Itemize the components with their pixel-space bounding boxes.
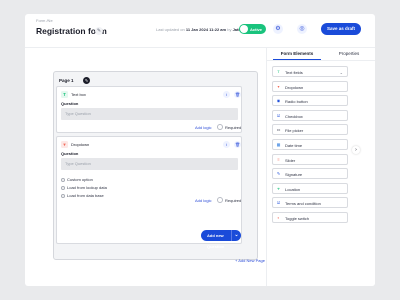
- element-item[interactable]: ⌖ Location: [272, 182, 348, 194]
- element-label: Checkbox: [285, 113, 303, 119]
- checkbox-icon: ☑: [276, 112, 281, 118]
- save-draft-button[interactable]: Save as draft: [321, 23, 361, 35]
- info-icon[interactable]: i: [223, 91, 230, 98]
- preview-icon[interactable]: ◎: [297, 24, 307, 34]
- form-canvas: Page 1 ✎ T Text box i 🗑 Question Type Qu…: [36, 48, 266, 286]
- elements-panel: Form Elements Properties T Text fields ⌄ ▾ D…: [266, 48, 375, 286]
- last-updated-text: Last updated on 11 Jan 2024 11:22 am by …: [156, 27, 242, 32]
- option-label: Custom option: [67, 177, 93, 182]
- card-type-label: Dropdown: [71, 142, 90, 147]
- element-label: Location: [285, 186, 301, 192]
- dropdown-icon: ▾: [61, 141, 68, 148]
- folder-icon: ▭: [276, 127, 281, 133]
- add-logic-link[interactable]: Add logic: [195, 198, 211, 203]
- required-label: Required: [225, 125, 242, 130]
- header: Form /Ne Registration form ✎ Last update…: [25, 14, 375, 48]
- required-toggle[interactable]: [217, 197, 223, 203]
- updated-prefix: Last updated on: [156, 27, 185, 32]
- element-label: Text fields: [285, 70, 303, 75]
- radio-icon: [61, 185, 65, 190]
- settings-icon[interactable]: ⚙: [273, 24, 283, 34]
- tab-form-elements[interactable]: Form Elements: [273, 51, 321, 60]
- element-label: Toggle switch: [285, 216, 310, 221]
- question-input[interactable]: Type Question: [61, 108, 238, 120]
- element-label: Slider: [285, 157, 296, 163]
- app-window: Form /Ne Registration form ✎ Last update…: [25, 14, 375, 286]
- dropdown-icon: ▾: [277, 83, 280, 89]
- toggle-icon: ◐: [277, 215, 280, 220]
- option-custom[interactable]: Custom option: [61, 177, 93, 182]
- required-label: Required: [225, 198, 242, 203]
- add-logic-link[interactable]: Add logic: [195, 125, 211, 130]
- option-label: Load from lookup data: [67, 185, 107, 190]
- toggle-knob: [240, 25, 248, 33]
- delete-icon[interactable]: 🗑: [234, 141, 241, 148]
- element-item[interactable]: ☑ Terms and condition: [272, 197, 348, 209]
- collapse-panel-icon[interactable]: ›: [352, 146, 360, 154]
- element-item[interactable]: ◐ Toggle switch: [272, 212, 348, 223]
- option-label: Load from data base: [67, 193, 104, 198]
- question-card-textbox[interactable]: T Text box i 🗑 Question Type Question Ad…: [56, 86, 242, 133]
- question-card-dropdown[interactable]: ▾ Dropdown i 🗑 Question Type Question Cu…: [56, 136, 242, 244]
- required-toggle[interactable]: [217, 124, 223, 130]
- breadcrumb[interactable]: Form /Ne: [36, 18, 53, 23]
- element-item[interactable]: ≡ Slider: [272, 153, 348, 165]
- page-label: Page 1: [59, 78, 74, 83]
- question-label: Question: [61, 151, 79, 156]
- calendar-icon: ▦: [276, 142, 281, 147]
- terms-icon: ☑: [276, 200, 281, 206]
- element-label: Radio button: [285, 99, 308, 105]
- element-item[interactable]: ◉ Radio button: [272, 95, 348, 107]
- info-icon[interactable]: i: [223, 141, 230, 148]
- delete-icon[interactable]: 🗑: [234, 91, 241, 98]
- signature-icon: ✎: [276, 171, 281, 177]
- option-lookup[interactable]: Load from lookup data: [61, 185, 107, 190]
- element-item[interactable]: T Text fields ⌄: [272, 66, 348, 77]
- element-item[interactable]: ☑ Checkbox: [272, 109, 348, 121]
- text-box-icon: T: [61, 91, 68, 98]
- updated-by: by: [227, 27, 232, 32]
- radio-icon: [61, 193, 65, 198]
- element-item[interactable]: ▭ File picker: [272, 124, 348, 136]
- element-label: Dropdown: [285, 84, 304, 90]
- element-label: File picker: [285, 128, 304, 134]
- active-toggle[interactable]: Active: [239, 24, 266, 34]
- add-page-label: Add New Page: [238, 258, 265, 263]
- chevron-down-icon[interactable]: ⌄: [340, 70, 343, 75]
- slider-icon: ≡: [277, 156, 280, 162]
- add-page-link[interactable]: + Add New Page: [235, 258, 265, 263]
- edit-title-icon[interactable]: ✎: [95, 27, 103, 35]
- option-database[interactable]: Load from data base: [61, 193, 104, 198]
- location-icon: ⌖: [277, 185, 280, 191]
- element-label: Terms and condition: [285, 201, 321, 207]
- question-input[interactable]: Type Question: [61, 158, 238, 170]
- tab-properties[interactable]: Properties: [325, 51, 373, 56]
- radio-icon: [61, 177, 65, 182]
- question-label: Question: [61, 101, 79, 106]
- element-label: Signature: [285, 172, 303, 178]
- element-label: Date time: [285, 143, 303, 148]
- card-type-label: Text box: [71, 92, 86, 97]
- element-item[interactable]: ✎ Signature: [272, 168, 348, 180]
- element-item[interactable]: ▦ Date time: [272, 139, 348, 150]
- chevron-down-icon[interactable]: ⌄: [231, 230, 241, 241]
- updated-date: 11 Jan 2024 11:22 am: [185, 27, 227, 32]
- tab-divider: [267, 60, 375, 61]
- edit-page-icon[interactable]: ✎: [83, 77, 90, 84]
- text-field-icon: T: [277, 69, 280, 74]
- radio-icon: ◉: [276, 98, 281, 104]
- add-question-button[interactable]: Add new Question ⌄: [201, 230, 241, 249]
- toggle-label: Active: [250, 26, 263, 32]
- element-item[interactable]: ▾ Dropdown: [272, 80, 348, 92]
